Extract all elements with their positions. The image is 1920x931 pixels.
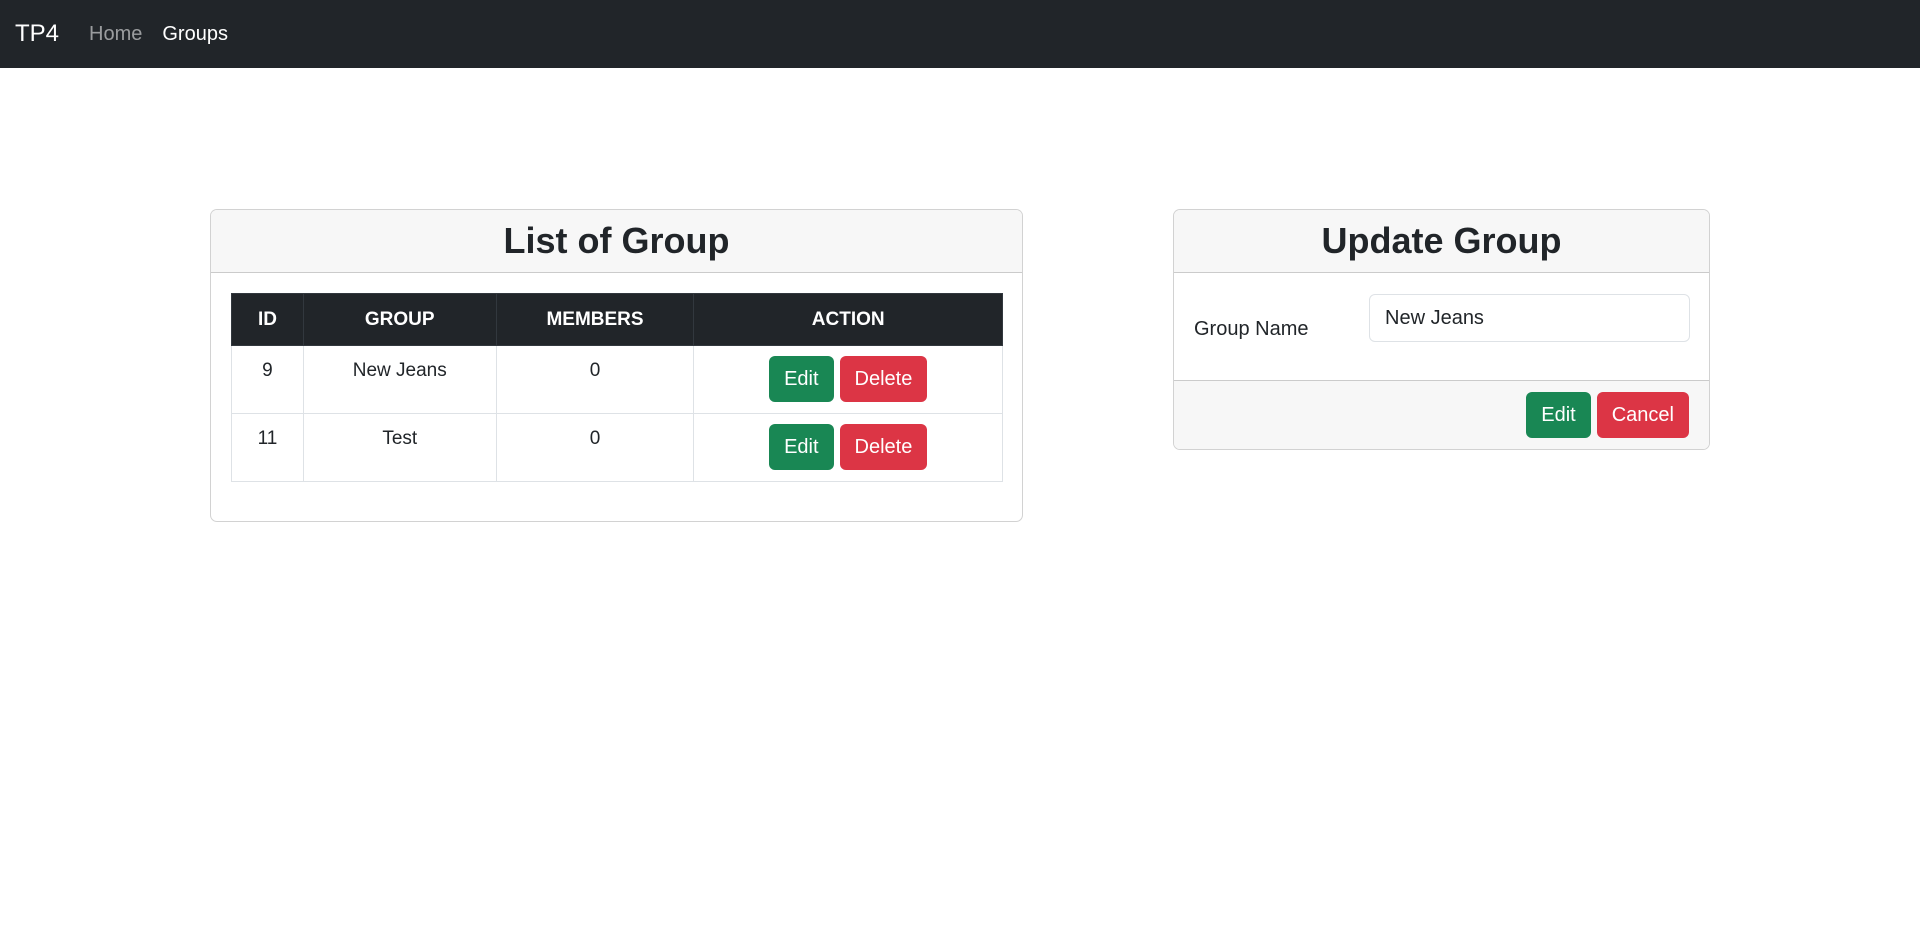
group-name-label: Group Name [1194,318,1309,340]
column-header-action: ACTION [693,293,1003,346]
cell-group: Test [302,413,497,482]
cell-group: New Jeans [302,345,497,414]
group-table: ID GROUP MEMBERS ACTION 9 New Jeans 0 Ed… [231,293,1003,482]
cancel-button[interactable]: Cancel [1596,392,1689,438]
cell-action: Edit Delete [693,345,1003,414]
cell-action: Edit Delete [693,413,1003,482]
group-name-input[interactable] [1369,294,1690,342]
edit-group-button[interactable]: Edit [769,356,834,402]
cell-members: 0 [495,345,695,414]
edit-group-button[interactable]: Edit [769,424,834,470]
group-list-card-header: List of Group [211,210,1022,273]
update-group-card-footer: Edit Cancel [1174,380,1709,449]
column-header-id: ID [231,293,304,346]
table-row: 9 New Jeans 0 Edit Delete [231,345,1003,414]
group-list-card: List of Group ID GROUP MEMBERS ACTION 9 … [210,209,1023,522]
table-row: 11 Test 0 Edit Delete [231,413,1003,482]
nav-link-home[interactable]: Home [89,23,142,46]
group-list-title: List of Group [503,220,730,261]
top-navbar: TP4 Home Groups [0,0,1920,68]
update-group-card: Update Group Group Name EditCancel [1173,209,1710,450]
group-table-header-row: ID GROUP MEMBERS ACTION [231,293,1003,346]
delete-group-button[interactable]: Delete [839,424,928,470]
update-group-title: Update Group [1321,220,1562,261]
nav-link-groups[interactable]: Groups [162,23,228,46]
delete-group-button[interactable]: Delete [839,356,928,402]
group-name-form-row: Group Name [1174,274,1709,382]
cell-members: 0 [495,413,695,482]
column-header-members: MEMBERS [495,293,695,346]
cell-id: 9 [231,345,304,414]
update-group-card-header: Update Group [1174,210,1709,273]
edit-button[interactable]: Edit [1526,392,1591,438]
cell-id: 11 [231,413,304,482]
column-header-group: GROUP [302,293,497,346]
navbar-brand[interactable]: TP4 [15,20,59,48]
